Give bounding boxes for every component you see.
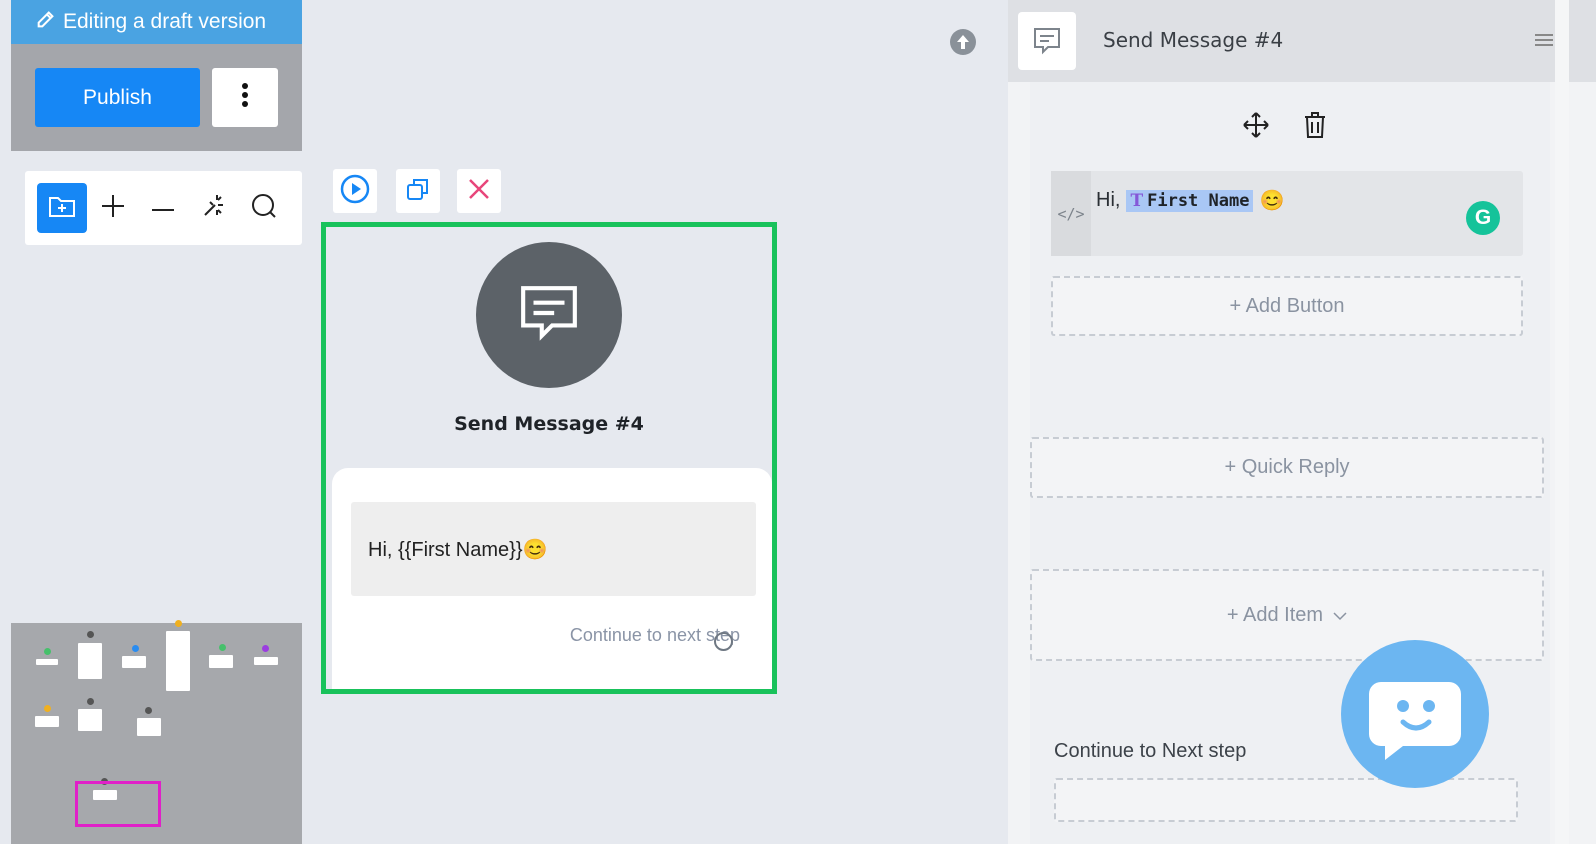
add-button[interactable]: + Add Button [1051,276,1523,336]
draft-banner-text: Editing a draft version [63,10,267,33]
panel-chat-icon [1018,12,1076,70]
panel-title: Send Message #4 [1103,28,1284,52]
properties-panel: Send Message #4 </> Hi, T First Name 😊 G… [1008,0,1596,844]
chevron-down-icon [1333,604,1347,627]
duplicate-icon [406,177,430,206]
duplicate-button[interactable] [396,169,440,213]
grammarly-icon[interactable]: G [1466,201,1500,235]
preview-button[interactable] [333,169,377,213]
zoom-out-icon [151,199,175,217]
upload-icon[interactable] [949,28,977,56]
add-folder-button[interactable] [37,183,87,233]
canvas-tools [25,171,302,245]
chat-widget-button[interactable] [1341,640,1489,788]
auto-arrange-button[interactable] [189,183,239,233]
emoji: 😊 [1259,190,1285,212]
minimap-viewport[interactable] [75,781,161,827]
variable-name: First Name [1147,190,1250,211]
text-variable-icon: T [1130,190,1144,211]
delete-icon [467,177,491,206]
move-icon [1243,111,1269,143]
search-button[interactable] [239,183,289,233]
more-options-button[interactable] [212,68,278,127]
move-button[interactable] [1241,111,1271,143]
zoom-in-button[interactable] [88,183,138,233]
menu-icon[interactable] [1535,33,1553,48]
add-item-label: + Add Item [1226,603,1324,626]
continue-connector[interactable] [714,632,733,651]
node-body: Hi, {{First Name}}😊 Continue to next ste… [332,468,772,689]
node-title: Send Message #4 [454,413,644,435]
editor-greeting: Hi, [1096,189,1121,211]
node-avatar [476,242,622,388]
add-folder-icon [48,194,76,223]
continue-next-step-label: Continue to Next step [1054,740,1247,762]
trash-icon [1304,111,1326,143]
trash-button[interactable] [1300,111,1330,143]
play-icon [340,174,370,209]
panel-header: Send Message #4 [1008,0,1596,82]
code-icon[interactable]: </> [1051,171,1091,256]
zoom-in-icon [101,194,125,223]
minimap[interactable] [11,620,302,844]
message-editor[interactable]: </> Hi, T First Name 😊 G [1051,171,1523,256]
chat-widget-icon [1341,682,1489,792]
chat-icon [518,282,580,349]
panel-scrollbar[interactable] [1555,0,1569,844]
publish-button[interactable]: Publish [35,68,200,127]
zoom-out-button[interactable] [138,183,188,233]
node-continue-label: Continue to next step [569,625,740,645]
kebab-icon [241,82,249,113]
edit-icon [35,8,57,36]
node-message: Hi, {{First Name}}😊 [351,502,756,596]
auto-arrange-icon [201,193,227,224]
editor-text: Hi, T First Name 😊 [1096,188,1284,213]
delete-node-button[interactable] [457,169,501,213]
quick-reply-button[interactable]: + Quick Reply [1030,437,1544,498]
message-node[interactable]: Send Message #4 Hi, {{First Name}}😊 Cont… [321,222,777,694]
variable-chip[interactable]: T First Name [1126,189,1254,212]
search-icon [251,193,277,224]
draft-banner: Editing a draft version [11,0,302,44]
